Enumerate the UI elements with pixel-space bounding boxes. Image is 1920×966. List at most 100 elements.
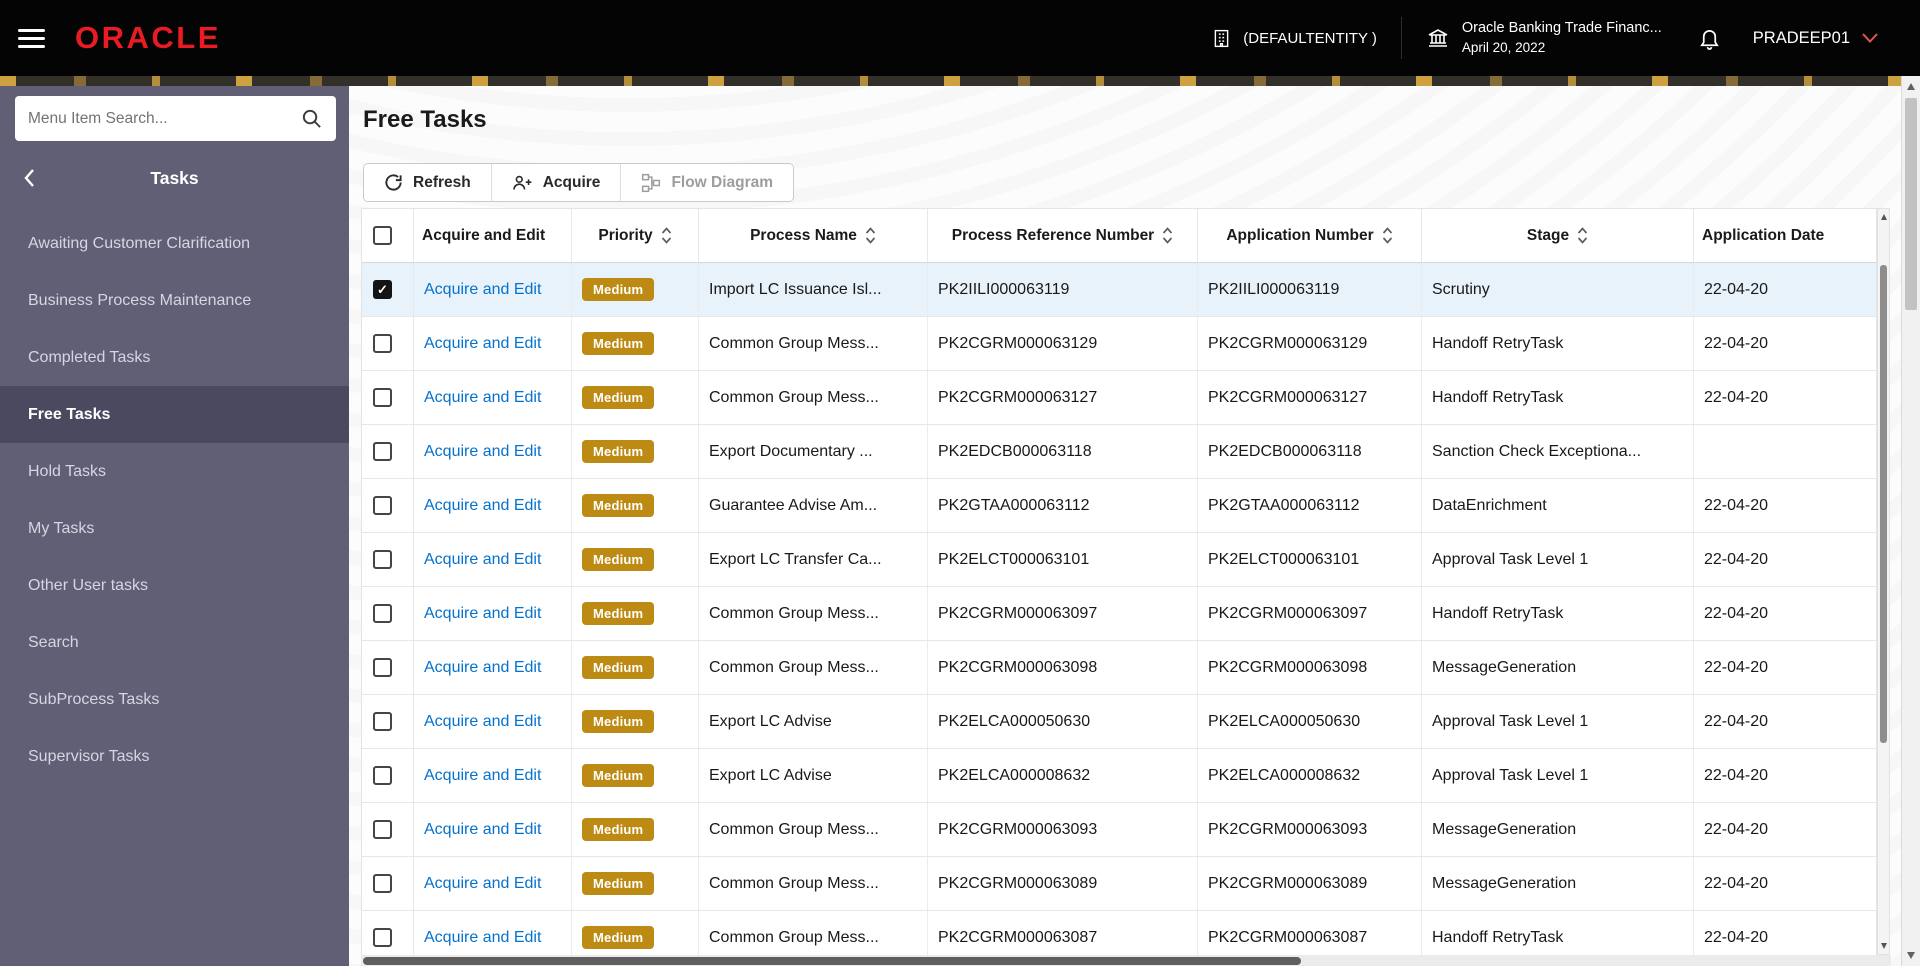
sidebar-menu-item[interactable]: Supervisor Tasks	[0, 728, 349, 785]
priority-cell: Medium	[572, 695, 699, 748]
column-header[interactable]: Process Name	[699, 209, 928, 262]
scroll-up-arrow-icon[interactable]	[1878, 214, 1889, 220]
sort-icon[interactable]	[1577, 226, 1588, 245]
process-name-cell: Export Documentary ...	[699, 425, 928, 478]
application-date-cell: 22-04-20	[1694, 479, 1878, 532]
sidebar-menu-item[interactable]: Free Tasks	[0, 386, 349, 443]
row-select-cell	[362, 425, 414, 478]
sidebar: Tasks Awaiting Customer Clarification Bu…	[0, 86, 349, 966]
application-date-cell: 22-04-20	[1694, 371, 1878, 424]
priority-cell: Medium	[572, 749, 699, 802]
page-scrollbar-thumb[interactable]	[1905, 98, 1917, 310]
table-vertical-scrollbar[interactable]	[1877, 208, 1890, 955]
sidebar-menu-item[interactable]: Other User tasks	[0, 557, 349, 614]
back-chevron-icon[interactable]	[22, 167, 38, 189]
row-select-cell	[362, 857, 414, 910]
page-title: Free Tasks	[363, 106, 487, 133]
acquire-and-edit-link[interactable]: Acquire and Edit	[424, 605, 541, 623]
sort-icon[interactable]	[1162, 226, 1173, 245]
column-header[interactable]: Stage	[1422, 209, 1694, 262]
sidebar-item-label: Completed Tasks	[28, 348, 151, 366]
acquire-and-edit-link[interactable]: Acquire and Edit	[424, 929, 541, 947]
menu-search-input[interactable]	[28, 109, 300, 128]
table-horizontal-scrollbar[interactable]	[361, 955, 1891, 966]
select-all-checkbox[interactable]	[373, 226, 392, 245]
process-name-cell: Common Group Mess...	[699, 587, 928, 640]
column-label: Stage	[1526, 226, 1570, 244]
scroll-down-arrow-icon[interactable]	[1878, 943, 1889, 949]
flow-diagram-button[interactable]: Flow Diagram	[620, 164, 794, 201]
row-checkbox[interactable]	[373, 820, 392, 839]
stage-cell: Approval Task Level 1	[1422, 533, 1694, 586]
row-checkbox[interactable]	[373, 712, 392, 731]
row-select-cell	[362, 803, 414, 856]
sort-icon[interactable]	[661, 226, 672, 245]
entity-selector[interactable]: (DEFAULTENTITY )	[1211, 28, 1377, 49]
acquire-and-edit-link[interactable]: Acquire and Edit	[424, 713, 541, 731]
sidebar-menu-item[interactable]: Completed Tasks	[0, 329, 349, 386]
row-checkbox[interactable]	[373, 874, 392, 893]
refresh-button[interactable]: Refresh	[364, 164, 491, 201]
horizontal-scrollbar-thumb[interactable]	[363, 956, 1301, 965]
acquire-and-edit-cell: Acquire and Edit	[414, 749, 572, 802]
row-checkbox[interactable]	[373, 442, 392, 461]
vertical-scrollbar-thumb[interactable]	[1880, 265, 1887, 743]
stage-cell: DataEnrichment	[1422, 479, 1694, 532]
page-scroll-up-icon[interactable]	[1902, 78, 1920, 95]
row-checkbox[interactable]	[373, 550, 392, 569]
column-header[interactable]: Application Number	[1198, 209, 1422, 262]
table-row: Acquire and Edit Medium Guarantee Advise…	[362, 479, 1878, 533]
stage-cell: Handoff RetryTask	[1422, 587, 1694, 640]
sidebar-menu-item[interactable]: My Tasks	[0, 500, 349, 557]
sidebar-item-label: My Tasks	[28, 519, 95, 537]
application-number-cell: PK2CGRM000063093	[1198, 803, 1422, 856]
application-date-cell: 22-04-20	[1694, 749, 1878, 802]
row-checkbox[interactable]	[373, 496, 392, 515]
acquire-and-edit-link[interactable]: Acquire and Edit	[424, 389, 541, 407]
page-scrollbar[interactable]	[1901, 76, 1920, 966]
column-header[interactable]: Priority	[572, 209, 699, 262]
row-checkbox[interactable]	[373, 280, 392, 299]
acquire-and-edit-link[interactable]: Acquire and Edit	[424, 767, 541, 785]
acquire-and-edit-link[interactable]: Acquire and Edit	[424, 335, 541, 353]
priority-cell: Medium	[572, 587, 699, 640]
sidebar-item-label: Hold Tasks	[28, 462, 106, 480]
acquire-and-edit-cell: Acquire and Edit	[414, 263, 572, 316]
process-reference-number-cell: PK2CGRM000063129	[928, 317, 1198, 370]
acquire-and-edit-link[interactable]: Acquire and Edit	[424, 443, 541, 461]
priority-cell: Medium	[572, 479, 699, 532]
sidebar-menu-item[interactable]: Awaiting Customer Clarification	[0, 215, 349, 272]
page-scroll-down-icon[interactable]	[1902, 947, 1920, 964]
row-checkbox[interactable]	[373, 658, 392, 677]
priority-badge: Medium	[582, 818, 655, 841]
sidebar-menu-item[interactable]: SubProcess Tasks	[0, 671, 349, 728]
search-icon[interactable]	[300, 107, 323, 130]
app-header: ORACLE (DEFAULTENTITY ) Oracle Banking T…	[0, 0, 1920, 76]
hamburger-menu-icon[interactable]	[18, 24, 45, 53]
process-name-cell: Export LC Transfer Ca...	[699, 533, 928, 586]
acquire-and-edit-link[interactable]: Acquire and Edit	[424, 659, 541, 677]
notifications-bell-icon[interactable]	[1698, 27, 1721, 50]
sidebar-menu-item[interactable]: Hold Tasks	[0, 443, 349, 500]
acquire-button[interactable]: Acquire	[490, 164, 621, 201]
row-checkbox[interactable]	[373, 334, 392, 353]
acquire-and-edit-link[interactable]: Acquire and Edit	[424, 551, 541, 569]
row-checkbox[interactable]	[373, 388, 392, 407]
process-name-cell: Guarantee Advise Am...	[699, 479, 928, 532]
acquire-and-edit-link[interactable]: Acquire and Edit	[424, 821, 541, 839]
acquire-and-edit-link[interactable]: Acquire and Edit	[424, 281, 541, 299]
user-menu[interactable]: PRADEEP01	[1753, 29, 1878, 48]
row-checkbox[interactable]	[373, 604, 392, 623]
row-checkbox[interactable]	[373, 928, 392, 947]
sidebar-menu-item[interactable]: Search	[0, 614, 349, 671]
acquire-and-edit-link[interactable]: Acquire and Edit	[424, 875, 541, 893]
column-header[interactable]: Process Reference Number	[928, 209, 1198, 262]
sidebar-menu-item[interactable]: Business Process Maintenance	[0, 272, 349, 329]
sort-icon[interactable]	[1382, 226, 1393, 245]
row-checkbox[interactable]	[373, 766, 392, 785]
acquire-and-edit-link[interactable]: Acquire and Edit	[424, 497, 541, 515]
table-row: Acquire and Edit Medium Import LC Issuan…	[362, 263, 1878, 317]
sort-icon[interactable]	[865, 226, 876, 245]
process-reference-number-cell: PK2GTAA000063112	[928, 479, 1198, 532]
sidebar-item-label: Supervisor Tasks	[28, 747, 150, 765]
